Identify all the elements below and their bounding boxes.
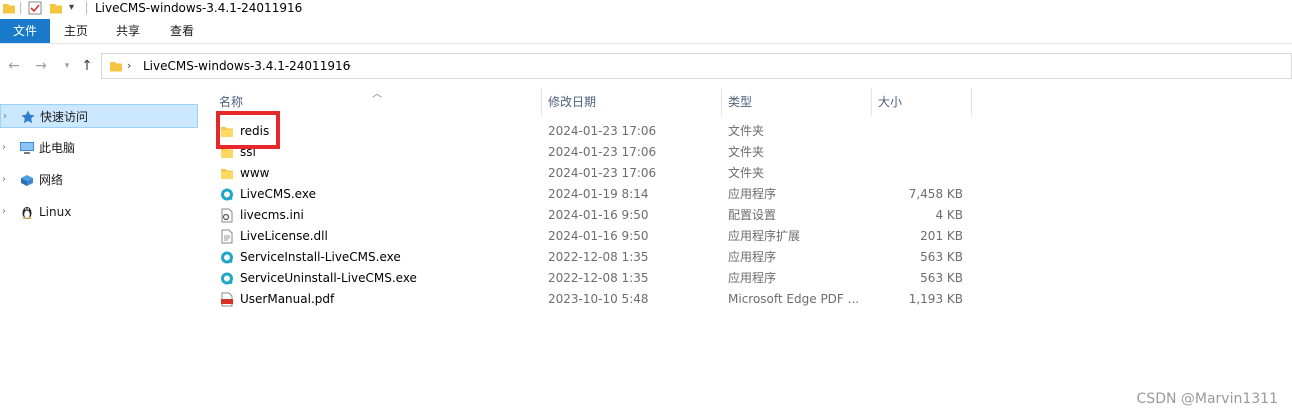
file-size: 563 KB [920, 250, 963, 264]
chevron-right-icon[interactable]: › [127, 59, 131, 72]
ribbon-tabs: 文件 主页 共享 查看 [0, 19, 1292, 44]
file-row[interactable]: ServiceUninstall-LiveCMS.exe 2022-12-08 … [213, 268, 973, 289]
file-name: LiveCMS.exe [240, 187, 316, 201]
sidebar-item-label: Linux [39, 205, 72, 219]
file-name: www [240, 166, 270, 180]
chevron-right-icon[interactable]: › [347, 59, 351, 72]
file-size: 4 KB [935, 208, 963, 222]
title-bar: ▾ LiveCMS-windows-3.4.1-24011916 [0, 0, 1292, 18]
file-date: 2024-01-23 17:06 [548, 145, 657, 159]
folder-icon[interactable] [2, 1, 16, 15]
window-title: LiveCMS-windows-3.4.1-24011916 [95, 1, 303, 15]
sidebar-item-this-pc[interactable]: › 此电脑 [0, 136, 198, 160]
sidebar-item-label: 此电脑 [39, 141, 76, 155]
properties-icon[interactable] [28, 1, 42, 15]
column-divider[interactable] [971, 88, 972, 116]
file-type: 应用程序 [728, 250, 777, 264]
sidebar-item-quick-access[interactable]: › 快速访问 [0, 104, 198, 128]
folder-icon [110, 62, 122, 72]
dll-icon [221, 229, 233, 244]
column-header-date[interactable]: 修改日期 [542, 88, 721, 116]
new-folder-icon[interactable] [49, 1, 63, 15]
divider [86, 2, 87, 14]
navigation-pane: › 快速访问 › 此电脑 › 网络 › Linux [0, 88, 201, 415]
app-icon [221, 188, 233, 201]
file-type: 文件夹 [728, 166, 765, 180]
expand-chevron-icon[interactable]: › [2, 168, 12, 192]
recent-locations-chevron-icon[interactable]: ▾ [59, 58, 75, 74]
file-name: livecms.ini [240, 208, 304, 222]
file-date: 2024-01-16 9:50 [548, 229, 649, 243]
file-date: 2024-01-23 17:06 [548, 166, 657, 180]
expand-chevron-icon[interactable]: › [2, 136, 12, 160]
sidebar-item-label: 快速访问 [40, 110, 89, 124]
file-row[interactable]: ServiceInstall-LiveCMS.exe 2022-12-08 1:… [213, 247, 973, 268]
file-row[interactable]: LiveCMS.exe 2024-01-19 8:14 应用程序 7,458 K… [213, 184, 973, 205]
breadcrumb[interactable]: LiveCMS-windows-3.4.1-24011916 [143, 58, 350, 74]
file-row[interactable]: livecms.ini 2024-01-16 9:50 配置设置 4 KB [213, 205, 973, 226]
customize-toolbar-icon[interactable]: ▾ [69, 1, 74, 15]
file-size: 563 KB [920, 271, 963, 285]
expand-chevron-icon[interactable]: › [2, 200, 12, 224]
file-name: UserManual.pdf [240, 292, 335, 306]
file-date: 2022-12-08 1:35 [548, 250, 649, 264]
watermark: CSDN @Marvin1311 [1136, 391, 1278, 407]
annotation-highlight-box [216, 111, 280, 149]
file-name: LiveLicense.dll [240, 229, 328, 243]
file-type: 应用程序 [728, 187, 777, 201]
tab-file[interactable]: 文件 [0, 19, 50, 43]
divider [20, 2, 21, 14]
folder-icon [221, 169, 233, 179]
file-type: 配置设置 [728, 208, 777, 222]
file-date: 2023-10-10 5:48 [548, 292, 649, 306]
file-date: 2024-01-16 9:50 [548, 208, 649, 222]
tab-view[interactable]: 查看 [154, 19, 210, 43]
forward-arrow-icon[interactable]: → [33, 58, 49, 74]
file-name: ServiceUninstall-LiveCMS.exe [240, 271, 417, 285]
file-row[interactable]: LiveLicense.dll 2024-01-16 9:50 应用程序扩展 2… [213, 226, 973, 247]
star-icon [21, 110, 35, 124]
column-header-size[interactable]: 大小 [872, 88, 971, 116]
navigation-bar: ← → ▾ ↑ › LiveCMS-windows-3.4.1-24011916… [0, 50, 1292, 82]
file-size: 1,193 KB [908, 292, 963, 306]
file-date: 2024-01-23 17:06 [548, 124, 657, 138]
file-date: 2022-12-08 1:35 [548, 271, 649, 285]
app-icon [221, 251, 233, 264]
file-date: 2024-01-19 8:14 [548, 187, 649, 201]
ini-icon [221, 208, 233, 223]
file-row[interactable]: UserManual.pdf 2023-10-10 5:48 Microsoft… [213, 289, 973, 310]
file-type: 应用程序扩展 [728, 229, 801, 243]
file-type: 文件夹 [728, 124, 765, 138]
computer-icon [20, 142, 34, 154]
up-arrow-icon[interactable]: ↑ [79, 58, 95, 74]
app-icon [221, 272, 233, 285]
column-header-type[interactable]: 类型 [722, 88, 871, 116]
network-icon [21, 175, 33, 186]
file-type: 文件夹 [728, 145, 765, 159]
file-name: ServiceInstall-LiveCMS.exe [240, 250, 401, 264]
column-headers: 名称 修改日期 类型 大小 [213, 88, 973, 116]
file-size: 201 KB [920, 229, 963, 243]
address-bar[interactable]: › LiveCMS-windows-3.4.1-24011916 › [101, 53, 1292, 79]
sidebar-item-linux[interactable]: › Linux [0, 200, 198, 224]
tab-share[interactable]: 共享 [102, 19, 154, 43]
file-row[interactable]: redis 2024-01-23 17:06 文件夹 [213, 121, 973, 142]
pdf-icon [221, 292, 233, 307]
tab-home[interactable]: 主页 [50, 19, 102, 43]
sidebar-item-label: 网络 [39, 173, 64, 187]
file-type: 应用程序 [728, 271, 777, 285]
back-arrow-icon[interactable]: ← [6, 58, 22, 74]
file-type: Microsoft Edge PDF ... [728, 292, 860, 306]
expand-chevron-icon[interactable]: › [3, 105, 13, 129]
file-row[interactable]: www 2024-01-23 17:06 文件夹 [213, 163, 973, 184]
file-size: 7,458 KB [908, 187, 963, 201]
linux-icon [22, 207, 32, 219]
file-row[interactable]: ssl 2024-01-23 17:06 文件夹 [213, 142, 973, 163]
sidebar-item-network[interactable]: › 网络 [0, 168, 198, 192]
